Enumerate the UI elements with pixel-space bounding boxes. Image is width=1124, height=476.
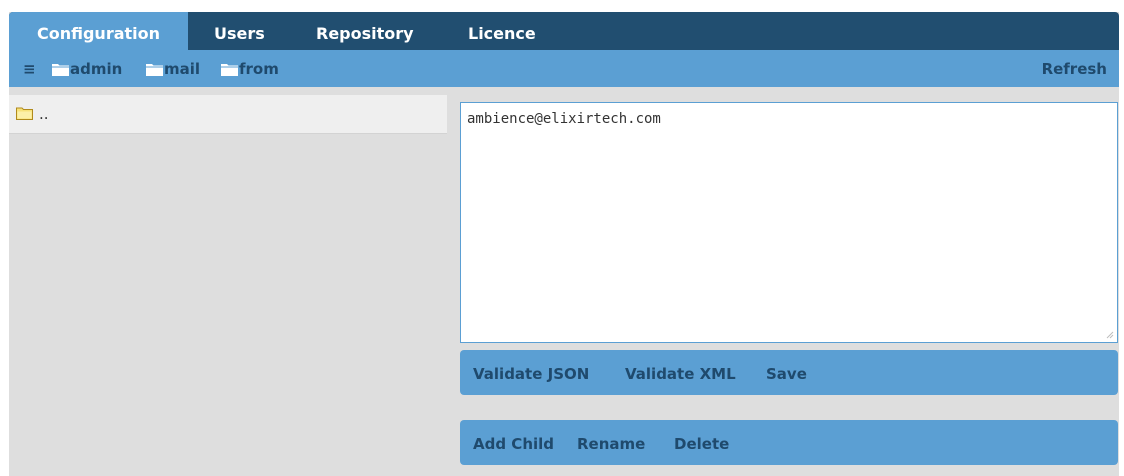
value-editor[interactable]: ambience@elixirtech.com [460, 102, 1118, 343]
breadcrumb-label: mail [164, 60, 201, 78]
tab-repository[interactable]: Repository [316, 12, 414, 50]
tab-licence[interactable]: Licence [468, 12, 536, 50]
app-frame: Configuration Users Repository Licence ≡… [9, 12, 1119, 476]
refresh-button[interactable]: Refresh [1042, 50, 1107, 87]
list-item-label: .. [39, 105, 49, 123]
save-button[interactable]: Save [766, 350, 807, 398]
breadcrumb: ≡ admin mail from Refresh [9, 50, 1119, 87]
breadcrumb-item-from[interactable]: from [221, 50, 279, 87]
breadcrumb-label: from [239, 60, 279, 78]
folder-icon [52, 64, 69, 76]
add-child-button[interactable]: Add Child [473, 420, 554, 468]
resize-grip-icon[interactable] [1105, 330, 1114, 339]
breadcrumb-item-mail[interactable]: mail [146, 50, 200, 87]
validate-xml-button[interactable]: Validate XML [625, 350, 736, 398]
hamburger-icon[interactable]: ≡ [23, 50, 36, 87]
top-navigation: Configuration Users Repository Licence [9, 12, 1119, 50]
rename-button[interactable]: Rename [577, 420, 645, 468]
validate-json-button[interactable]: Validate JSON [473, 350, 589, 398]
file-list-panel: .. [9, 87, 447, 476]
editor-text: ambience@elixirtech.com [467, 111, 661, 127]
validate-toolbar: Validate JSON Validate XML Save [460, 350, 1118, 395]
folder-icon [221, 64, 238, 76]
folder-icon [146, 64, 163, 76]
folder-open-icon [16, 107, 33, 120]
delete-button[interactable]: Delete [674, 420, 729, 468]
tab-users[interactable]: Users [214, 12, 265, 50]
node-toolbar: Add Child Rename Delete [460, 420, 1118, 465]
list-item[interactable]: .. [9, 95, 447, 134]
breadcrumb-label: admin [70, 60, 123, 78]
breadcrumb-item-admin[interactable]: admin [52, 50, 122, 87]
tab-configuration[interactable]: Configuration [9, 12, 188, 50]
